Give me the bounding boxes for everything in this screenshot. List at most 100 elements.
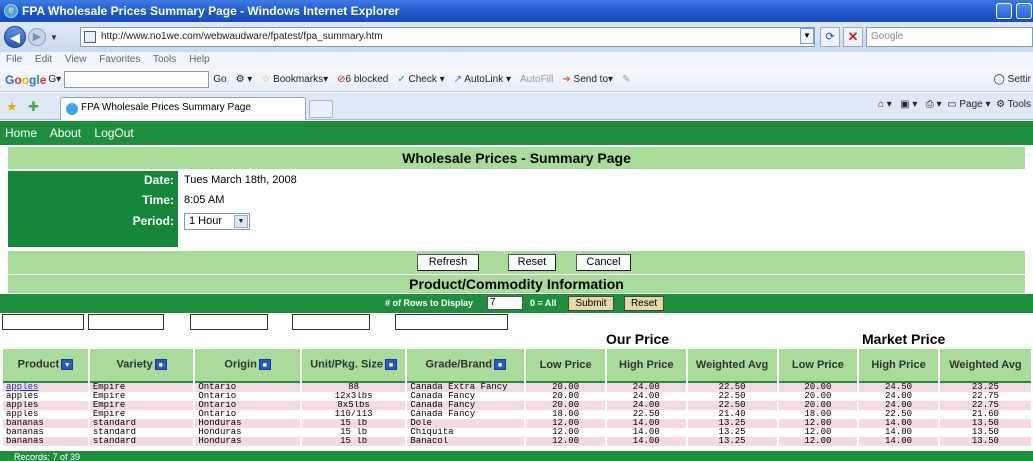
minimize-button[interactable] — [996, 3, 1012, 19]
col-variety[interactable]: Variety ■ — [89, 349, 194, 383]
cell-variety: standard — [89, 437, 194, 446]
cell-unit: 12x3lbs — [301, 392, 406, 401]
cell-grade: Canada Fancy — [407, 410, 525, 419]
google-extras-icon[interactable]: ⚙ ▾ — [236, 74, 253, 85]
maximize-button[interactable] — [1016, 3, 1032, 19]
col-origin[interactable]: Origin ■ — [195, 349, 300, 383]
popup-blocked-button[interactable]: ⊘6 blocked — [337, 74, 388, 85]
sort-icon[interactable]: ■ — [258, 359, 271, 371]
cell-wavg: 22.50 — [687, 401, 777, 410]
cell-wavg: 13.25 — [687, 428, 777, 437]
menu-view[interactable]: View — [65, 54, 87, 65]
home-icon[interactable]: ⌂ ▾ — [878, 99, 892, 110]
search-input[interactable]: Google — [866, 27, 1033, 47]
google-toolbar: Google G▾ Go ⚙ ▾ ☆ Bookmarks▾ ⊘6 blocked… — [0, 68, 1033, 92]
print-icon[interactable]: ⎙ ▾ — [926, 99, 942, 110]
address-toolbar: ◀ ▶ ▼ http://www.no1we.com/webwaudware/f… — [0, 22, 1033, 52]
cell-low: 18.00 — [526, 410, 605, 419]
feeds-icon[interactable]: ▣ ▾ — [900, 99, 917, 110]
site-nav: Home About LogOut — [0, 121, 1033, 145]
url-dropdown-icon[interactable]: ▼ — [800, 28, 814, 44]
add-favorite-icon[interactable]: ✚ — [28, 99, 39, 115]
cell-grade: Canada Extra Fancy — [407, 383, 525, 392]
stop-icon[interactable]: ✕ — [843, 27, 863, 47]
cell-mwavg: 13.50 — [939, 428, 1031, 437]
market-price-header: Market Price — [862, 331, 946, 347]
menu-bar: File Edit View Favorites Tools Help — [0, 52, 1033, 68]
google-g-icon[interactable]: G▾ — [48, 74, 61, 85]
summary-info: Date: Tues March 18th, 2008 Time: 8:05 A… — [8, 171, 1025, 247]
tools-menu-button[interactable]: ⚙ Tools — [996, 99, 1031, 110]
col-grade[interactable]: Grade/Brand ■ — [407, 349, 525, 383]
cell-mlow: 20.00 — [778, 392, 858, 401]
filter-origin-input[interactable] — [190, 314, 268, 330]
sort-desc-icon[interactable]: ▼ — [61, 359, 74, 371]
menu-help[interactable]: Help — [189, 54, 210, 65]
cell-origin: Ontario — [195, 401, 300, 410]
page-content: Home About LogOut Wholesale Prices - Sum… — [0, 121, 1033, 461]
forward-icon[interactable]: ▶ — [28, 28, 46, 46]
cell-origin: Honduras — [195, 428, 300, 437]
favorites-star-icon[interactable]: ★ — [6, 99, 18, 115]
filter-unit-input[interactable] — [292, 314, 370, 330]
refresh-icon[interactable]: ⟳ — [820, 27, 840, 47]
menu-file[interactable]: File — [6, 54, 22, 65]
history-dropdown-icon[interactable]: ▼ — [50, 33, 58, 42]
cell-mwavg: 21.60 — [939, 410, 1031, 419]
google-go-button[interactable]: Go — [213, 74, 226, 85]
cell-high: 14.00 — [606, 419, 686, 428]
rows-toolbar: # of Rows to Display 7 0 = All Submit Re… — [0, 294, 1033, 313]
new-tab-button[interactable] — [309, 100, 333, 118]
cell-product: apples — [3, 410, 88, 419]
reset-button[interactable]: Reset — [508, 254, 556, 271]
period-select[interactable]: 1 Hour ▼ — [184, 213, 250, 230]
cell-low: 12.00 — [526, 428, 605, 437]
pencil-icon[interactable]: ✎ — [622, 74, 630, 85]
google-search-input[interactable] — [64, 71, 210, 88]
rows-reset-button[interactable]: Reset — [624, 296, 664, 311]
menu-favorites[interactable]: Favorites — [99, 54, 140, 65]
refresh-button[interactable]: Refresh — [417, 254, 479, 271]
tab-fpa-summary[interactable]: FPA Wholesale Prices Summary Page — [60, 97, 306, 120]
back-icon[interactable]: ◀ — [4, 26, 26, 48]
cell-high: 22.50 — [606, 410, 686, 419]
cancel-button[interactable]: Cancel — [576, 254, 631, 271]
product-link[interactable]: apples — [3, 383, 88, 392]
filter-variety-input[interactable] — [88, 314, 164, 330]
nav-about[interactable]: About — [50, 126, 81, 140]
col-product[interactable]: Product ▼ — [3, 349, 88, 383]
filter-product-input[interactable] — [2, 314, 84, 330]
col-market-low-price: Low Price — [778, 349, 858, 383]
bookmarks-button[interactable]: ☆ Bookmarks▾ — [261, 74, 328, 85]
cell-high: 24.00 — [606, 392, 686, 401]
nav-logout[interactable]: LogOut — [94, 126, 133, 140]
nav-home[interactable]: Home — [5, 126, 37, 140]
url-input[interactable]: http://www.no1we.com/webwaudware/fpatest… — [80, 27, 815, 47]
cell-unit: 15 lb — [301, 428, 406, 437]
sort-icon[interactable]: ■ — [384, 359, 397, 371]
autofill-button[interactable]: AutoFill — [520, 74, 553, 85]
action-buttons: Refresh Reset Cancel — [8, 251, 1025, 274]
send-to-button[interactable]: ➜ Send to▾ — [562, 74, 613, 85]
cell-grade: Chiquita — [407, 428, 525, 437]
menu-tools[interactable]: Tools — [153, 54, 176, 65]
ie-icon: e — [4, 4, 18, 18]
spellcheck-button[interactable]: ✓ Check ▾ — [397, 74, 444, 85]
page-menu-button[interactable]: ▭ Page ▾ — [947, 99, 990, 110]
filter-grade-input[interactable] — [395, 314, 508, 330]
window-title: FPA Wholesale Prices Summary Page - Wind… — [22, 4, 400, 18]
cell-product: bananas — [3, 419, 88, 428]
rows-input[interactable]: 7 — [487, 296, 523, 310]
menu-edit[interactable]: Edit — [35, 54, 52, 65]
submit-button[interactable]: Submit — [568, 296, 614, 311]
settings-button[interactable]: ◯ Settir — [994, 74, 1031, 85]
autolink-button[interactable]: ↗ AutoLink ▾ — [454, 74, 511, 85]
cell-wavg: 22.50 — [687, 383, 777, 392]
time-value: 8:05 AM — [184, 194, 225, 206]
cell-unit: 15 lb — [301, 419, 406, 428]
sort-icon[interactable]: ■ — [154, 359, 167, 371]
table-row: apples Empire Ontario 110/113 Canada Fan… — [3, 410, 1031, 419]
records-status: Records: 7 of 39 — [0, 451, 1033, 461]
sort-icon[interactable]: ■ — [494, 359, 507, 371]
col-unit[interactable]: Unit/Pkg. Size ■ — [301, 349, 406, 383]
